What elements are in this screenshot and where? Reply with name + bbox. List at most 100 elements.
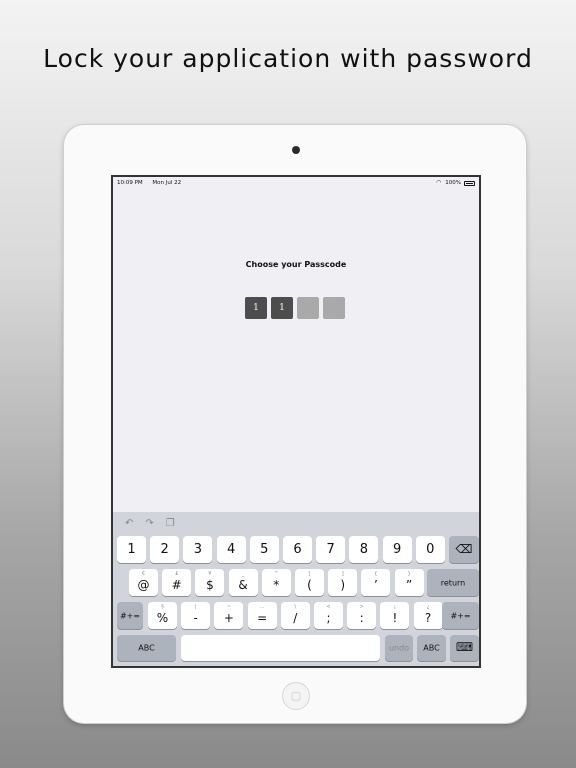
key-label: $ (206, 578, 214, 592)
key-4[interactable]: 4 (216, 536, 246, 563)
key-label: ABC (138, 643, 155, 653)
key-symbol[interactable]: \ / (280, 602, 310, 629)
passcode-digit (297, 297, 319, 319)
undo-icon[interactable]: ↶ (125, 518, 133, 529)
key-label: 3 (193, 542, 203, 557)
key-label: ABC (423, 643, 440, 653)
space-key[interactable] (181, 635, 380, 661)
key-0[interactable]: 0 (415, 536, 445, 563)
shift-symbols-key-right[interactable]: #+= (442, 602, 479, 629)
headline: Lock your application with password (43, 44, 533, 73)
key-alt-label: ¥ (208, 571, 212, 577)
key-symbol[interactable]: | - (181, 602, 211, 629)
key-symbol[interactable]: [( (295, 569, 324, 596)
key-label: ) (340, 578, 346, 592)
delete-icon: ⌫ (455, 542, 473, 556)
key-9[interactable]: 9 (382, 536, 412, 563)
key-symbol[interactable]: }” (394, 569, 424, 596)
key-label: & (238, 578, 248, 592)
key-label: ! (392, 611, 398, 625)
key-label: ; (326, 611, 331, 625)
key-alt-label: [ (308, 571, 311, 577)
home-button[interactable]: ▢ (282, 682, 310, 710)
undo-key[interactable]: undo (385, 635, 413, 661)
key-symbol[interactable]: _ & (228, 569, 258, 596)
return-key[interactable]: return (427, 569, 479, 596)
key-alt-label: { (374, 571, 378, 577)
key-alt-label: ¿ (426, 604, 430, 610)
key-symbol[interactable]: >: (347, 602, 377, 629)
passcode-digit: 1 (271, 297, 293, 319)
wifi-icon: ◠ (436, 179, 442, 186)
key-label: * (273, 578, 280, 592)
key-symbol[interactable]: … = (247, 602, 277, 629)
keyboard-hide-icon: ⌨ (455, 640, 474, 654)
delete-key[interactable]: ⌫ (449, 536, 479, 563)
key-label: ” (405, 578, 413, 592)
abc-key-right[interactable]: ABC (417, 635, 446, 661)
key-alt-label: < (326, 604, 331, 610)
key-alt-label: ~ (226, 604, 231, 610)
key-label: 4 (226, 542, 236, 557)
key-label: : (359, 611, 364, 625)
key-alt-label: | (194, 604, 197, 610)
key-symbol[interactable]: ]) (328, 569, 358, 596)
key-symbol[interactable]: ¥ $ (195, 569, 225, 596)
keyboard: ↶ ↷ ❐ 1 2 3 4 5 6 7 8 9 0 ⌫ € @ £ # ¥ $ _ & ^ *[(]){’}” retur… (113, 512, 479, 666)
hide-keyboard-key[interactable]: ⌨ (450, 635, 479, 661)
key-1[interactable]: 1 (117, 536, 146, 563)
key-label: undo (388, 643, 410, 653)
key-symbol[interactable]: ^ * (261, 569, 291, 596)
key-label: #+= (119, 611, 141, 620)
key-2[interactable]: 2 (150, 536, 180, 563)
key-label: return (440, 578, 466, 587)
key-alt-label: \ (294, 604, 297, 610)
key-symbol[interactable]: ¿? (413, 602, 443, 629)
key-label: 8 (359, 542, 369, 557)
key-symbol[interactable]: {’ (361, 569, 391, 596)
key-label: ( (307, 578, 312, 592)
key-symbol[interactable]: ~ + (214, 602, 244, 629)
battery-percent: 100% (445, 180, 461, 186)
key-label: @ (137, 578, 150, 592)
key-alt-label: § (161, 604, 164, 610)
key-label: + (223, 611, 234, 625)
key-7[interactable]: 7 (316, 536, 346, 563)
key-label: % (156, 611, 169, 625)
key-label: ’ (373, 578, 378, 592)
key-label: 6 (293, 542, 302, 557)
key-symbol[interactable]: §% (148, 602, 177, 629)
key-6[interactable]: 6 (283, 536, 312, 563)
passcode-title: Choose your Passcode (245, 260, 347, 269)
key-alt-label: … (259, 604, 265, 610)
key-alt-label: ] (341, 571, 344, 577)
key-symbol[interactable]: € @ (129, 569, 158, 596)
key-symbol[interactable]: ¡! (380, 602, 410, 629)
key-alt-label: ^ (274, 571, 279, 577)
battery-icon (464, 180, 475, 186)
key-symbol[interactable]: <; (314, 602, 343, 629)
key-alt-label: € (141, 571, 146, 577)
key-label: = (257, 611, 268, 625)
key-alt-label: > (359, 604, 364, 610)
redo-icon[interactable]: ↷ (145, 518, 153, 529)
passcode-digit: 1 (245, 297, 267, 319)
key-symbol[interactable]: £ # (162, 569, 192, 596)
key-8[interactable]: 8 (349, 536, 379, 563)
key-alt-label: ¡ (393, 604, 396, 610)
key-label: - (193, 611, 198, 625)
key-label: 0 (426, 542, 435, 557)
key-label: / (293, 611, 298, 625)
key-label: #+= (450, 611, 471, 620)
paste-icon[interactable]: ❐ (166, 518, 175, 529)
abc-key[interactable]: ABC (117, 635, 176, 661)
key-label: 9 (392, 542, 402, 557)
key-5[interactable]: 5 (249, 536, 279, 563)
screen: 10:09 PM Mon Jul 22 ◠ 100% Choose your P… (111, 175, 481, 668)
key-label: 5 (260, 542, 269, 557)
shift-symbols-key[interactable]: #+= (117, 602, 143, 629)
key-alt-label: £ (175, 571, 179, 577)
status-bar: 10:09 PM Mon Jul 22 ◠ 100% (113, 177, 479, 189)
key-3[interactable]: 3 (183, 536, 213, 563)
key-label: 1 (127, 542, 136, 557)
